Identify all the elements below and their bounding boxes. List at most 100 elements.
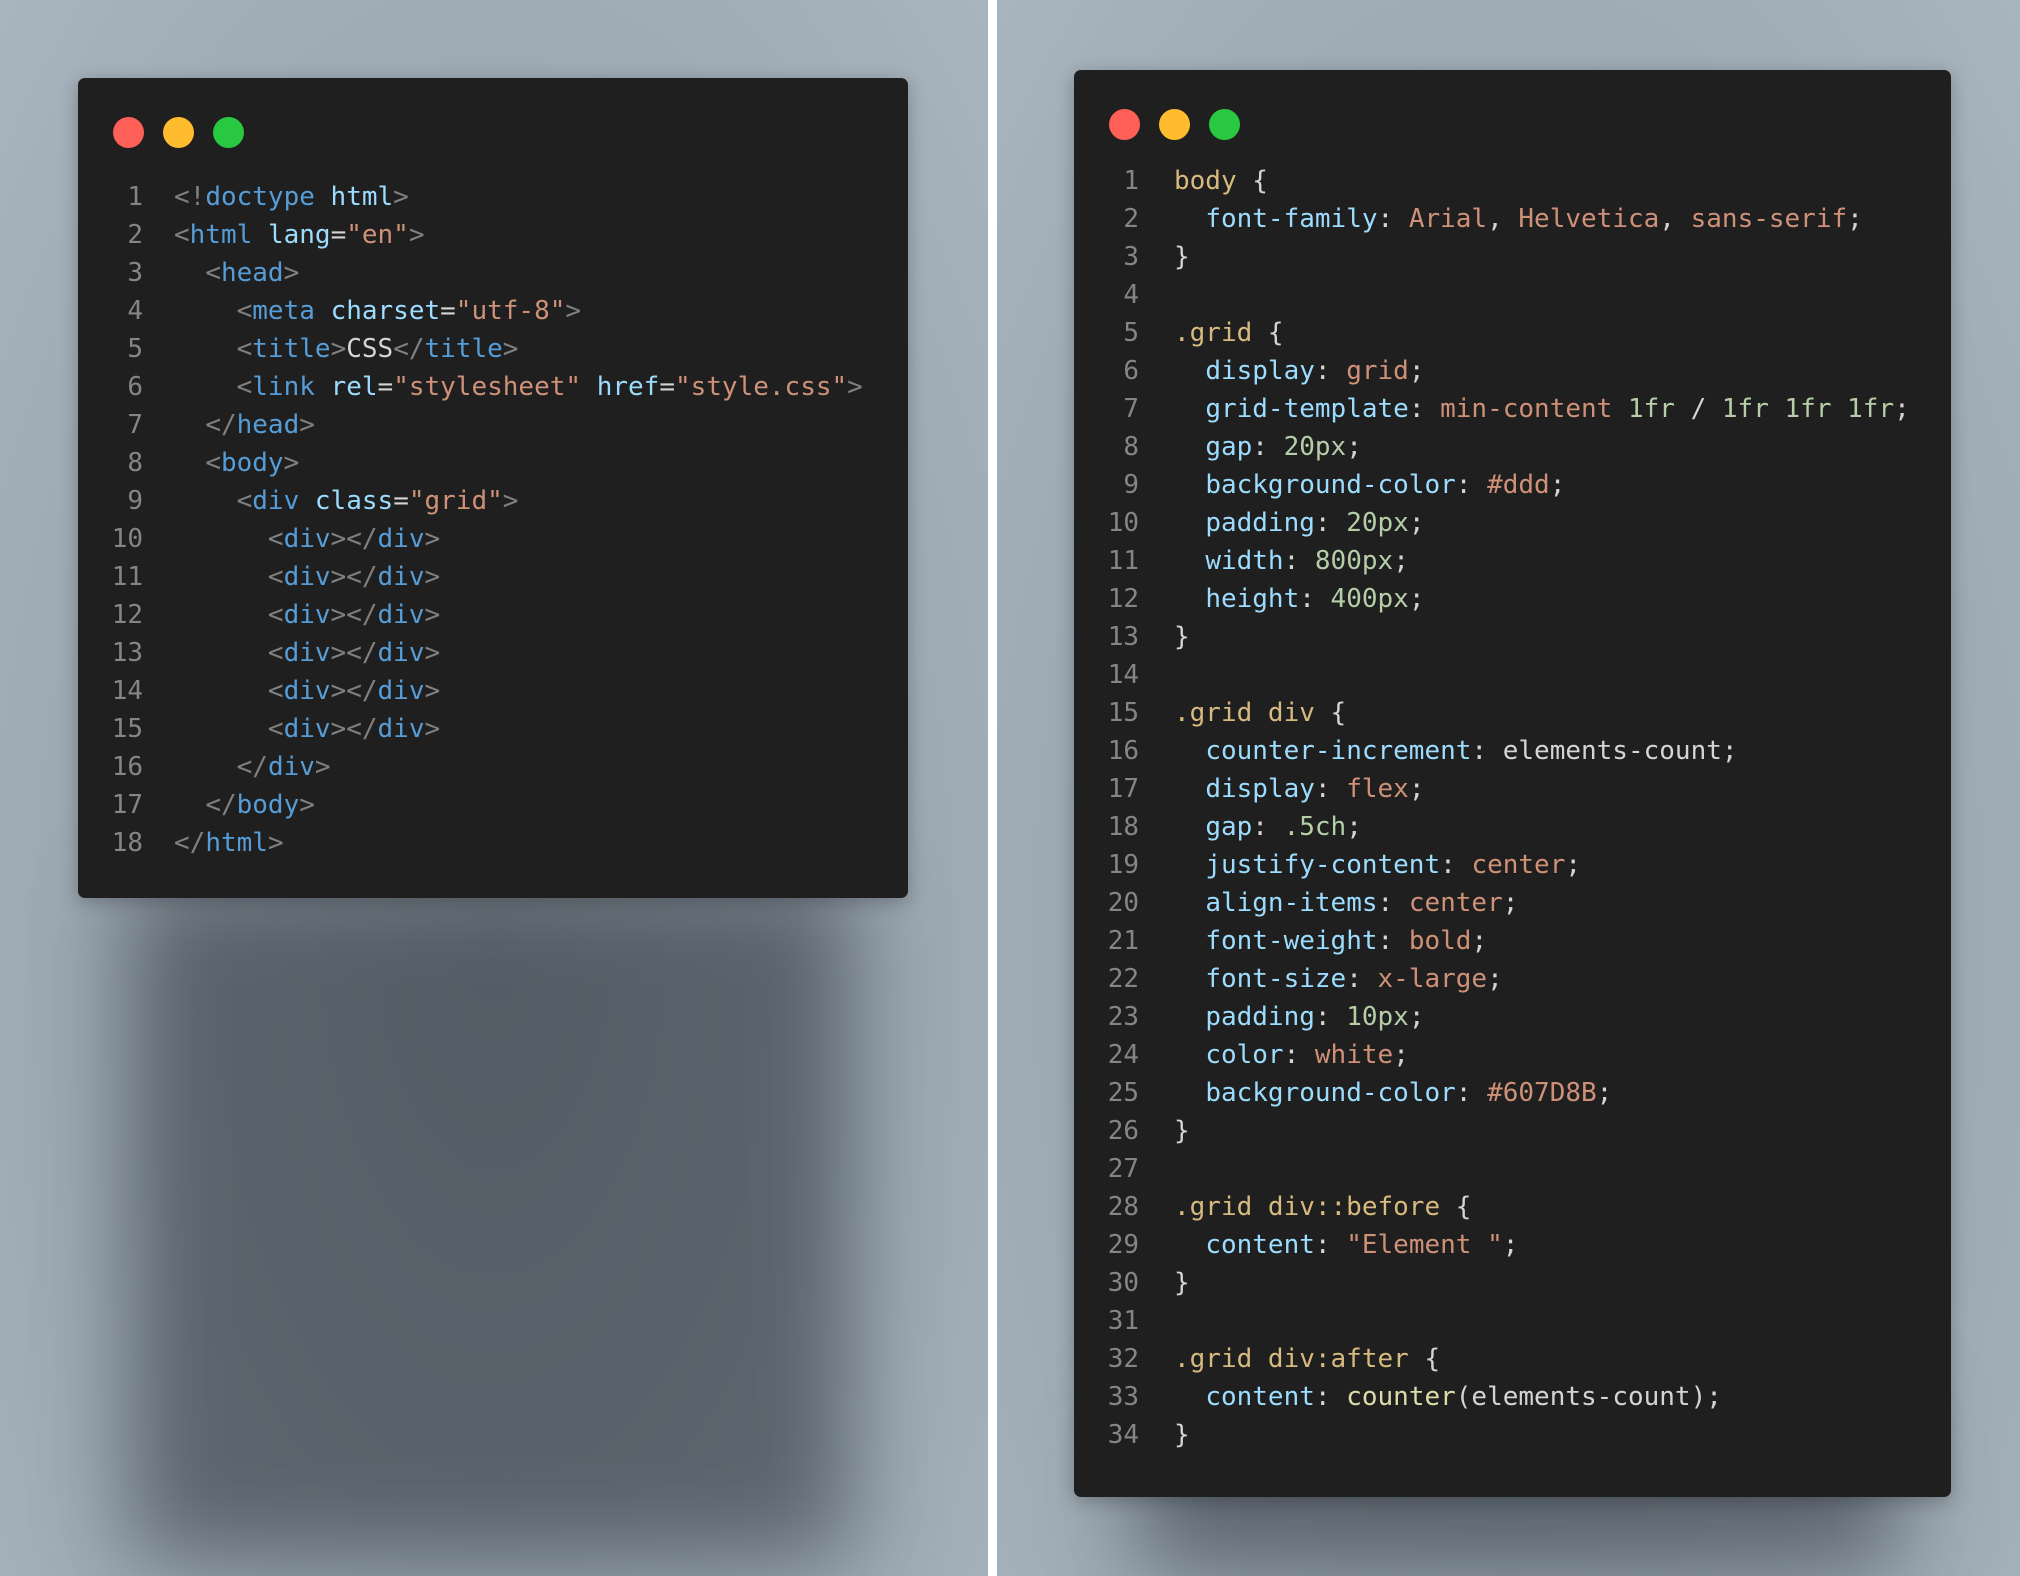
code-token: ;	[1596, 1078, 1613, 1108]
code-line: 16 counter-increment: elements-count;	[1101, 732, 1910, 770]
code-token: <!	[174, 182, 206, 212]
code-token: ;	[1393, 546, 1409, 576]
line-number: 28	[1107, 1192, 1139, 1222]
code-content: }	[1174, 1416, 1190, 1454]
code-token: >	[408, 220, 425, 250]
code-token: grid	[1346, 356, 1409, 386]
code-token: :	[1314, 1002, 1347, 1032]
left-panel: 1 <!doctype html> 2 <html lang="en"> 3 <head…	[0, 0, 988, 1576]
code-token: >	[424, 676, 441, 706]
code-token: :	[1314, 1382, 1347, 1412]
code-token: ></	[330, 638, 378, 668]
line-number: 17	[1107, 774, 1139, 804]
code-token: <	[236, 296, 253, 326]
line-number: 32	[1107, 1344, 1139, 1374]
line-number: 2	[127, 220, 143, 250]
window-controls	[113, 117, 244, 148]
code-line: 2 font-family: Arial, Helvetica, sans-se…	[1101, 200, 1910, 238]
code-line: 15 .grid div {	[1101, 694, 1910, 732]
code-token: div	[377, 600, 425, 630]
code-token: 20px	[1283, 432, 1347, 462]
code-token: ></	[330, 676, 378, 706]
code-line: 15 <div></div>	[105, 710, 863, 748]
code-token: </	[236, 752, 268, 782]
code-line: 8 <body>	[105, 444, 863, 482]
code-token: "utf-8"	[455, 296, 566, 326]
code-token: div	[283, 714, 331, 744]
code-token: :	[1283, 1040, 1315, 1070]
code-token: >	[565, 296, 582, 326]
code-token: height	[1205, 584, 1300, 614]
code-token: CSS	[346, 334, 394, 364]
code-line: 12 height: 400px;	[1101, 580, 1910, 618]
code-line: 5 .grid {	[1101, 314, 1910, 352]
line-number: 16	[1107, 736, 1139, 766]
code-content: <div class="grid">	[174, 482, 519, 520]
code-token: ;	[1346, 432, 1362, 462]
code-line: 10 padding: 20px;	[1101, 504, 1910, 542]
code-token: }	[1174, 242, 1190, 272]
code-token: font-weight	[1205, 926, 1378, 956]
code-token: width	[1205, 546, 1284, 576]
code-token: >	[283, 448, 300, 478]
code-token: counter	[1346, 1382, 1456, 1412]
code-content: height: 400px;	[1174, 580, 1424, 618]
code-line: 19 justify-content: center;	[1101, 846, 1910, 884]
code-token: content	[1205, 1382, 1315, 1412]
code-token: 1fr	[1847, 394, 1895, 424]
line-number: 26	[1107, 1116, 1139, 1146]
code-token: div	[283, 600, 331, 630]
html-code-block: 1 <!doctype html> 2 <html lang="en"> 3 <head…	[105, 178, 863, 862]
code-token: {	[1314, 698, 1347, 728]
code-token: :	[1346, 964, 1378, 994]
line-number: 9	[1123, 470, 1139, 500]
code-content: <meta charset="utf-8">	[174, 292, 581, 330]
code-line: 6 <link rel="stylesheet" href="style.css…	[105, 368, 862, 406]
code-token: <	[267, 638, 284, 668]
code-content: .grid div:after {	[1174, 1340, 1440, 1378]
code-token: <	[267, 600, 284, 630]
code-token: >	[299, 790, 315, 820]
code-content: <!doctype html>	[174, 178, 409, 216]
minimize-dot-icon	[163, 117, 194, 148]
line-number: 2	[1123, 204, 1139, 234]
code-line: 24 color: white;	[1101, 1036, 1910, 1074]
code-token: bold	[1408, 926, 1472, 956]
code-token: <	[267, 714, 284, 744]
code-line: 14	[1101, 656, 1910, 694]
code-token: >	[424, 714, 441, 744]
code-content: grid-template: min-content 1fr / 1fr 1fr…	[1174, 390, 1909, 428]
code-token: .grid	[1174, 318, 1253, 348]
code-token: ;	[1408, 584, 1425, 614]
code-token: min-content	[1440, 394, 1613, 424]
code-content: font-size: x-large;	[1174, 960, 1502, 998]
code-token: </	[205, 790, 237, 820]
line-number: 29	[1107, 1230, 1139, 1260]
code-content: body {	[1174, 162, 1268, 200]
line-number: 1	[1123, 166, 1139, 196]
code-token: rel	[330, 372, 378, 402]
line-number: 13	[1107, 622, 1139, 652]
line-number: 20	[1107, 888, 1139, 918]
code-token: color	[1205, 1040, 1284, 1070]
code-content: align-items: center;	[1174, 884, 1518, 922]
code-line: 12 <div></div>	[105, 596, 863, 634]
code-content: display: flex;	[1174, 770, 1424, 808]
css-code-block: 1 body {2 font-family: Arial, Helvetica, …	[1101, 162, 1910, 1454]
code-content: }	[1174, 618, 1190, 656]
code-token: padding	[1205, 1002, 1315, 1032]
code-line: 28 .grid div::before {	[1101, 1188, 1910, 1226]
code-token: #607D8B	[1487, 1078, 1597, 1108]
close-dot-icon	[1109, 109, 1140, 140]
line-number: 11	[111, 562, 143, 592]
code-line: 11 <div></div>	[105, 558, 863, 596]
code-content: gap: .5ch;	[1174, 808, 1362, 846]
code-line: 2 <html lang="en">	[105, 216, 863, 254]
code-token: 800px	[1314, 546, 1394, 576]
code-token: :	[1252, 432, 1284, 462]
line-number: 12	[1107, 584, 1139, 614]
